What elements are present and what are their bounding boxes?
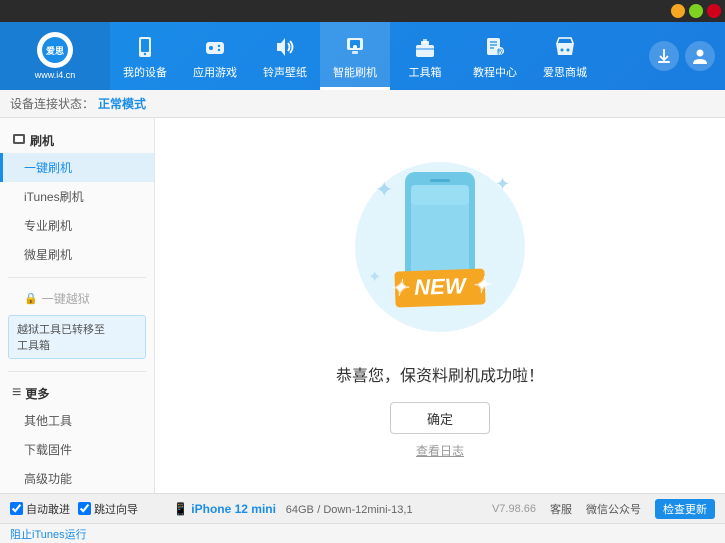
sidebar-section-header-jailbreak: 🔒 一键越狱 bbox=[0, 286, 154, 311]
skip-wizard-checkbox[interactable]: 跳过向导 bbox=[78, 501, 138, 517]
sidebar: 刷机 一键刷机 iTunes刷机 专业刷机 微星刷机 🔒 一键越狱 越狱工 bbox=[0, 118, 155, 493]
sidebar-item-other-tools[interactable]: 其他工具 bbox=[0, 406, 154, 435]
sidebar-item-itunes-flash[interactable]: iTunes刷机 bbox=[0, 182, 154, 211]
bottom-right: V7.98.66 客服 微信公众号 检查更新 bbox=[492, 499, 715, 519]
bottom-device-info: 📱 iPhone 12 mini 64GB / Down-12mini-13,1 bbox=[165, 502, 492, 516]
nav-label-ringtone: 铃声壁纸 bbox=[263, 64, 307, 80]
auto-enter-label: 自动敢进 bbox=[26, 501, 70, 517]
skip-wizard-label: 跳过向导 bbox=[94, 501, 138, 517]
toolbox-icon bbox=[411, 33, 439, 61]
version-info: V7.98.66 bbox=[492, 503, 536, 515]
nav-label-tutorial: 教程中心 bbox=[473, 64, 517, 80]
nav-item-store[interactable]: 爱思商城 bbox=[530, 22, 600, 90]
device-model: Down-12mini-13,1 bbox=[323, 504, 412, 516]
check-update-button[interactable]: 检查更新 bbox=[655, 499, 715, 519]
status-value: 正常模式 bbox=[98, 95, 146, 112]
content-area: ✦ ✦ ✦ ✦ NEW ✦ 恭喜您，保资料刷机成功啦！ 确定 查看日志 bbox=[155, 118, 725, 493]
wechat-link[interactable]: 微信公众号 bbox=[586, 501, 641, 517]
success-message: 恭喜您，保资料刷机成功啦！ bbox=[336, 362, 544, 386]
nav-right bbox=[643, 41, 725, 71]
close-button[interactable] bbox=[707, 4, 721, 18]
status-strip: 阻止iTunes运行 bbox=[0, 523, 725, 543]
app-game-icon bbox=[201, 33, 229, 61]
nav-label-toolbox: 工具箱 bbox=[409, 64, 442, 80]
nav-item-my-device[interactable]: 我的设备 bbox=[110, 22, 180, 90]
svg-text:教: 教 bbox=[497, 47, 504, 56]
logo-inner: 爱思 bbox=[42, 37, 68, 63]
jailbreak-info-box: 越狱工具已转移至工具箱 bbox=[8, 315, 146, 359]
sidebar-item-advanced[interactable]: 高级功能 bbox=[0, 464, 154, 493]
nav-item-toolbox[interactable]: 工具箱 bbox=[390, 22, 460, 90]
device-capacity bbox=[279, 504, 282, 516]
bottombar: 自动敢进 跳过向导 📱 iPhone 12 mini 64GB / Down-1… bbox=[0, 493, 725, 523]
auto-enter-checkbox[interactable]: 自动敢进 bbox=[10, 501, 70, 517]
sidebar-section-flash: 刷机 一键刷机 iTunes刷机 专业刷机 微星刷机 bbox=[0, 124, 154, 273]
nav-item-tutorial[interactable]: 教 教程中心 bbox=[460, 22, 530, 90]
logo-circle: 爱思 bbox=[37, 32, 73, 68]
device-icon bbox=[131, 33, 159, 61]
sidebar-section-jailbreak: 🔒 一键越狱 越狱工具已转移至工具箱 bbox=[0, 282, 154, 367]
header: 爱思 www.i4.cn 我的设备 应用游戏 铃声壁纸 bbox=[0, 22, 725, 90]
svg-text:✦: ✦ bbox=[375, 177, 393, 202]
divider-1 bbox=[8, 277, 146, 278]
smart-flash-icon bbox=[341, 33, 369, 61]
svg-text:✦ NEW ✦: ✦ NEW ✦ bbox=[389, 272, 492, 301]
user-button[interactable] bbox=[685, 41, 715, 71]
sidebar-section-more: ≡ 更多 其他工具 下载固件 高级功能 bbox=[0, 376, 154, 493]
svg-text:✦: ✦ bbox=[495, 174, 510, 194]
skip-wizard-input[interactable] bbox=[78, 502, 91, 515]
minimize-button[interactable] bbox=[671, 4, 685, 18]
sidebar-section-header-flash: 刷机 bbox=[0, 128, 154, 153]
main-layout: 刷机 一键刷机 iTunes刷机 专业刷机 微星刷机 🔒 一键越狱 越狱工 bbox=[0, 118, 725, 493]
more-section-icon: ≡ bbox=[12, 384, 21, 402]
status-label: 设备连接状态： bbox=[10, 95, 94, 112]
ringtone-icon bbox=[271, 33, 299, 61]
divider-2 bbox=[8, 371, 146, 372]
flash-section-icon bbox=[12, 132, 26, 149]
nav-label-smart-flash: 智能刷机 bbox=[333, 64, 377, 80]
download-button[interactable] bbox=[649, 41, 679, 71]
customer-service-link[interactable]: 客服 bbox=[550, 501, 572, 517]
svg-text:爱思: 爱思 bbox=[46, 45, 64, 56]
nav-items: 我的设备 应用游戏 铃声壁纸 智能刷机 工具箱 bbox=[110, 22, 643, 90]
nav-label-app-game: 应用游戏 bbox=[193, 64, 237, 80]
sidebar-item-one-key-flash[interactable]: 一键刷机 bbox=[0, 153, 154, 182]
maximize-button[interactable] bbox=[689, 4, 703, 18]
flash-section-label: 刷机 bbox=[30, 132, 54, 149]
confirm-button[interactable]: 确定 bbox=[390, 402, 490, 434]
tutorial-icon: 教 bbox=[481, 33, 509, 61]
device-icon: 📱 bbox=[173, 502, 191, 516]
see-log-link[interactable]: 查看日志 bbox=[416, 442, 464, 459]
success-illustration: ✦ ✦ ✦ ✦ NEW ✦ bbox=[330, 152, 550, 362]
sidebar-item-weixing-flash[interactable]: 微星刷机 bbox=[0, 240, 154, 269]
auto-enter-input[interactable] bbox=[10, 502, 23, 515]
nav-item-smart-flash[interactable]: 智能刷机 bbox=[320, 22, 390, 90]
stop-itunes-link[interactable]: 阻止iTunes运行 bbox=[10, 526, 87, 542]
sidebar-item-download-firmware[interactable]: 下载固件 bbox=[0, 435, 154, 464]
bottom-left: 自动敢进 跳过向导 bbox=[10, 501, 165, 517]
store-icon bbox=[551, 33, 579, 61]
titlebar bbox=[0, 0, 725, 22]
more-section-label: 更多 bbox=[25, 385, 49, 402]
nav-label-my-device: 我的设备 bbox=[123, 64, 167, 80]
lock-icon: 🔒 bbox=[24, 292, 38, 305]
logo-area: 爱思 www.i4.cn bbox=[0, 22, 110, 90]
sidebar-item-pro-flash[interactable]: 专业刷机 bbox=[0, 211, 154, 240]
nav-item-ringtone[interactable]: 铃声壁纸 bbox=[250, 22, 320, 90]
device-capacity-value: 64GB bbox=[286, 504, 314, 516]
sidebar-section-header-more: ≡ 更多 bbox=[0, 380, 154, 406]
nav-label-store: 爱思商城 bbox=[543, 64, 587, 80]
svg-text:✦: ✦ bbox=[368, 269, 381, 286]
nav-item-app-game[interactable]: 应用游戏 bbox=[180, 22, 250, 90]
statusbar: 设备连接状态： 正常模式 bbox=[0, 90, 725, 118]
logo-text: www.i4.cn bbox=[35, 70, 76, 80]
device-name: iPhone 12 mini bbox=[191, 502, 276, 516]
